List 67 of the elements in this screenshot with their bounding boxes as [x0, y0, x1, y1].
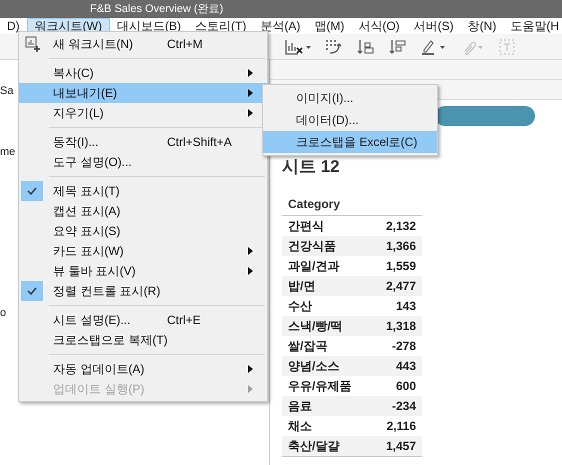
value-cell-text: 1,318: [386, 318, 416, 335]
menu-item[interactable]: 제목 표시(T): [19, 181, 267, 201]
category-cell-text: 스낵/빵/떡: [288, 318, 343, 335]
menu-item[interactable]: 정렬 컨트롤 표시(R): [19, 281, 267, 301]
menu-item[interactable]: 복사(C): [19, 63, 267, 83]
submenu-arrow-icon: [248, 89, 253, 97]
value-cell-text: 1,457: [386, 438, 416, 455]
column-header: Category: [282, 195, 422, 216]
menu-bar-item[interactable]: 맵(M): [307, 18, 352, 34]
value-cell-text: 1,366: [386, 238, 416, 255]
menu-item[interactable]: 시트 설명(E)... Ctrl+E: [19, 310, 267, 330]
value-cell-text: 1,559: [386, 258, 416, 275]
menu-bar-item[interactable]: 서버(S): [406, 18, 461, 34]
menu-bar-item[interactable]: 도움말(H: [503, 18, 562, 34]
menu-item[interactable]: 캡션 표시(A): [19, 201, 267, 221]
submenu-arrow-icon: [248, 69, 253, 77]
category-cell-text: 간편식: [288, 218, 324, 235]
category-cell-text: 과일/견과: [288, 258, 340, 275]
menu-item[interactable]: 데이터(D)...: [263, 109, 437, 131]
category-cell-text: 음료: [288, 398, 312, 415]
category-cell-text: 채소: [288, 418, 312, 435]
sheet-title: 시트 12: [282, 158, 341, 175]
submenu-arrow-icon: [248, 385, 253, 393]
sort-ascending-icon[interactable]: [357, 38, 375, 54]
value-cell-text: 600: [396, 378, 416, 395]
category-cell-text: 밥/면: [288, 278, 316, 295]
value-cell-text: 2,132: [386, 218, 416, 235]
category-cell-text: 축산/달걀: [288, 438, 340, 455]
menu-item[interactable]: 카드 표시(W): [19, 241, 267, 261]
value-cell-text: 2,116: [386, 418, 416, 435]
menu-bar-item[interactable]: 서식(O): [351, 18, 407, 34]
value-cell-text: 443: [396, 358, 416, 375]
submenu-arrow-icon: [248, 247, 253, 255]
menu-bar-item[interactable]: 창(N): [460, 18, 504, 34]
menu-item[interactable]: 크로스탭을 Excel로(C): [263, 131, 437, 153]
menu-bar-item[interactable]: D): [0, 18, 27, 34]
category-cell-text: 우유/유제품: [288, 378, 352, 395]
new-sheet-icon: [25, 36, 41, 52]
pane-label: me: [0, 147, 16, 158]
menu-item[interactable]: 새 워크시트(N) Ctrl+M: [19, 34, 267, 54]
swap-icon[interactable]: [325, 38, 343, 54]
menu-item[interactable]: 뷰 툴바 표시(V): [19, 261, 267, 281]
menu-item[interactable]: 크로스탭으로 복제(T): [19, 330, 267, 350]
value-cell-text: 2,477: [386, 278, 416, 295]
value-cell-text: -278: [392, 338, 416, 355]
pane-label: Sa: [0, 86, 14, 97]
highlighter-icon[interactable]: [421, 38, 447, 54]
value-cell-text: 143: [396, 298, 416, 315]
category-cell-text: 쌀/잡곡: [288, 338, 328, 355]
submenu-arrow-icon: [248, 267, 253, 275]
menu-bar-item[interactable]: 분석(A): [253, 18, 308, 34]
menu-item[interactable]: 요약 표시(S): [19, 221, 267, 241]
menu-bar-item[interactable]: 스토리(T): [188, 18, 254, 34]
menu-item[interactable]: 도구 설명(O)...: [19, 152, 267, 172]
category-cell-text: 수산: [288, 298, 312, 315]
menu-item[interactable]: 자동 업데이트(A): [19, 359, 267, 379]
window-title: F&B Sales Overview (완료): [90, 4, 224, 14]
value-cell-text: -234: [392, 398, 416, 415]
pane-label: o: [0, 308, 6, 319]
sort-descending-icon[interactable]: [389, 38, 407, 54]
menu-item[interactable]: 내보내기(E): [19, 83, 267, 103]
submenu-arrow-icon: [248, 365, 253, 373]
category-cell-text: 건강식품: [288, 238, 336, 255]
clear-chart-icon[interactable]: [285, 38, 311, 54]
category-cell-text: 양념/소스: [288, 358, 340, 375]
menu-bar-item[interactable]: 대시보드(B): [110, 18, 188, 34]
submenu-arrow-icon: [248, 109, 253, 117]
